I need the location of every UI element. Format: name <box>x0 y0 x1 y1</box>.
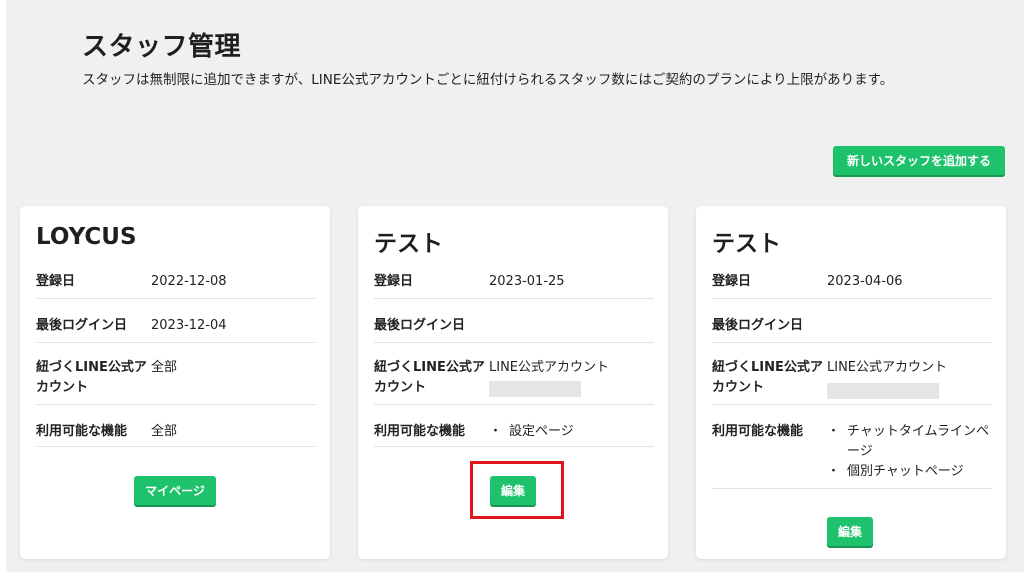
page-title: スタッフ管理 <box>82 32 242 62</box>
staff-name: LOYCUS <box>36 224 137 250</box>
redacted-account <box>489 381 581 397</box>
linked-accounts-label: 紐づくLINE公式アカウント <box>36 360 147 395</box>
row-last-login: 最後ログイン日 2023-12-04 <box>36 316 316 343</box>
feature-item: 個別チャットページ <box>827 462 997 482</box>
linked-accounts-label: 紐づくLINE公式アカウント <box>712 360 823 395</box>
feature-list: チャットタイムラインページ 個別チャットページ <box>827 422 997 482</box>
registered-label: 登録日 <box>712 274 752 289</box>
features-value: 全部 <box>151 424 178 439</box>
row-last-login: 最後ログイン日 <box>712 316 992 343</box>
row-features: 利用可能な機能 全部 <box>36 422 316 447</box>
add-staff-button[interactable]: 新しいスタッフを追加する <box>833 146 1005 175</box>
staff-name: テスト <box>374 231 443 257</box>
registered-label: 登録日 <box>374 274 414 289</box>
features-label: 利用可能な機能 <box>712 424 804 439</box>
row-linked-accounts: 紐づくLINE公式アカウント LINE公式アカウント <box>712 358 992 405</box>
row-registered: 登録日 2022-12-08 <box>36 272 316 299</box>
features-label: 利用可能な機能 <box>36 424 128 439</box>
row-linked-accounts: 紐づくLINE公式アカウント LINE公式アカウント <box>374 358 654 405</box>
linked-accounts-value: 全部 <box>151 360 178 375</box>
row-linked-accounts: 紐づくLINE公式アカウント 全部 <box>36 358 316 405</box>
registered-value: 2023-01-25 <box>489 274 565 289</box>
last-login-value: 2023-12-04 <box>151 318 227 333</box>
feature-item: チャットタイムラインページ <box>827 422 997 462</box>
linked-accounts-value: LINE公式アカウント <box>827 360 948 375</box>
redacted-account <box>827 383 939 399</box>
features-label: 利用可能な機能 <box>374 424 466 439</box>
staff-name: テスト <box>712 231 781 257</box>
last-login-label: 最後ログイン日 <box>374 318 466 333</box>
linked-accounts-label: 紐づくLINE公式アカウント <box>374 360 485 395</box>
features-value: 設定ページ <box>489 422 659 442</box>
features-value: チャットタイムラインページ 個別チャットページ <box>827 422 997 482</box>
page-description: スタッフは無制限に追加できますが、LINE公式アカウントごとに紐付けられるスタッ… <box>82 72 894 88</box>
row-last-login: 最後ログイン日 <box>374 316 654 343</box>
last-login-label: 最後ログイン日 <box>712 318 804 333</box>
feature-list: 設定ページ <box>489 422 659 442</box>
feature-item: 設定ページ <box>489 422 659 442</box>
last-login-label: 最後ログイン日 <box>36 318 128 333</box>
row-registered: 登録日 2023-01-25 <box>374 272 654 299</box>
registered-value: 2022-12-08 <box>151 274 227 289</box>
row-features: 利用可能な機能 チャットタイムラインページ 個別チャットページ <box>712 422 992 489</box>
linked-accounts-value: LINE公式アカウント <box>489 360 610 375</box>
staff-card-3: テスト 登録日 2023-04-06 最後ログイン日 紐づくLINE公式アカウン… <box>696 206 1006 559</box>
edit-button[interactable]: 編集 <box>827 517 873 546</box>
row-registered: 登録日 2023-04-06 <box>712 272 992 299</box>
highlight-box <box>470 461 564 519</box>
registered-value: 2023-04-06 <box>827 274 903 289</box>
mypage-button[interactable]: マイページ <box>134 476 216 505</box>
staff-card-1: LOYCUS 登録日 2022-12-08 最後ログイン日 2023-12-04… <box>20 206 330 559</box>
registered-label: 登録日 <box>36 274 76 289</box>
row-features: 利用可能な機能 設定ページ <box>374 422 654 447</box>
